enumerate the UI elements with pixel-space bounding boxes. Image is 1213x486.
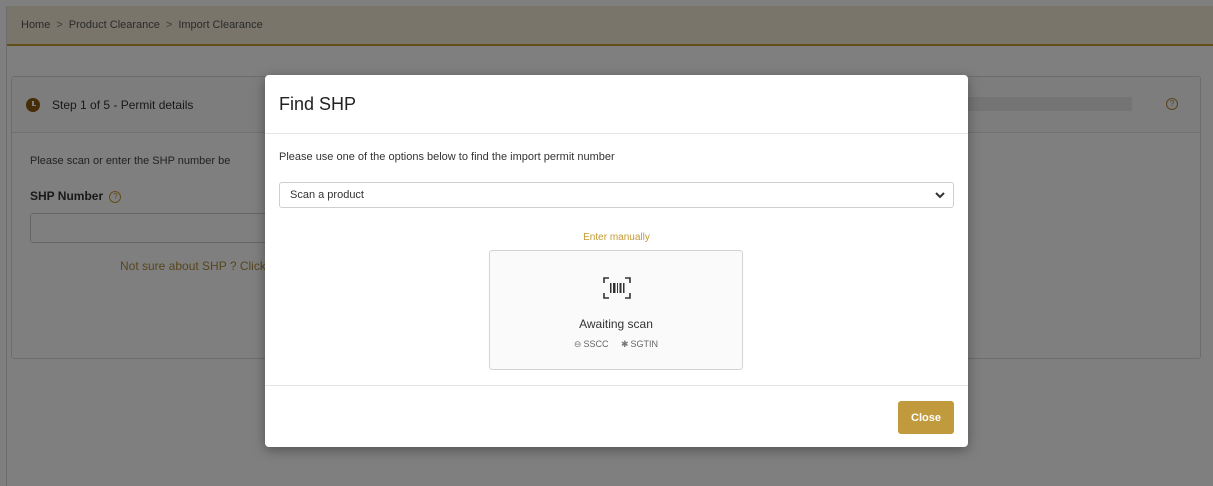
find-method-select[interactable]: Scan a product — [279, 182, 954, 208]
modal-instruction: Please use one of the options below to f… — [279, 151, 615, 163]
close-button[interactable]: Close — [898, 401, 954, 434]
scan-area[interactable]: Awaiting scan ⊖ SSCC ✱ SGTIN — [489, 250, 743, 370]
scan-formats: ⊖ SSCC ✱ SGTIN — [490, 339, 742, 350]
sgtin-icon: ✱ — [621, 339, 629, 349]
modal-title: Find SHP — [279, 93, 357, 114]
barcode-scan-icon — [603, 277, 631, 299]
format-sgtin: ✱ SGTIN — [621, 339, 658, 349]
sscc-icon: ⊖ — [573, 339, 582, 349]
chevron-down-icon — [935, 192, 945, 199]
enter-manually-link[interactable]: Enter manually — [265, 232, 968, 243]
format-sgtin-text: SGTIN — [630, 339, 659, 349]
awaiting-scan-text: Awaiting scan — [579, 317, 653, 331]
enter-manually-text[interactable]: Enter manually — [583, 232, 650, 243]
format-sscc-text: SSCC — [583, 339, 609, 349]
format-sscc: ⊖ SSCC — [574, 339, 609, 349]
modal-footer: Close — [265, 385, 968, 447]
find-shp-modal: Find SHP Please use one of the options b… — [265, 75, 968, 447]
find-method-select-value: Scan a product — [290, 189, 364, 201]
modal-header: Find SHP — [265, 75, 968, 134]
